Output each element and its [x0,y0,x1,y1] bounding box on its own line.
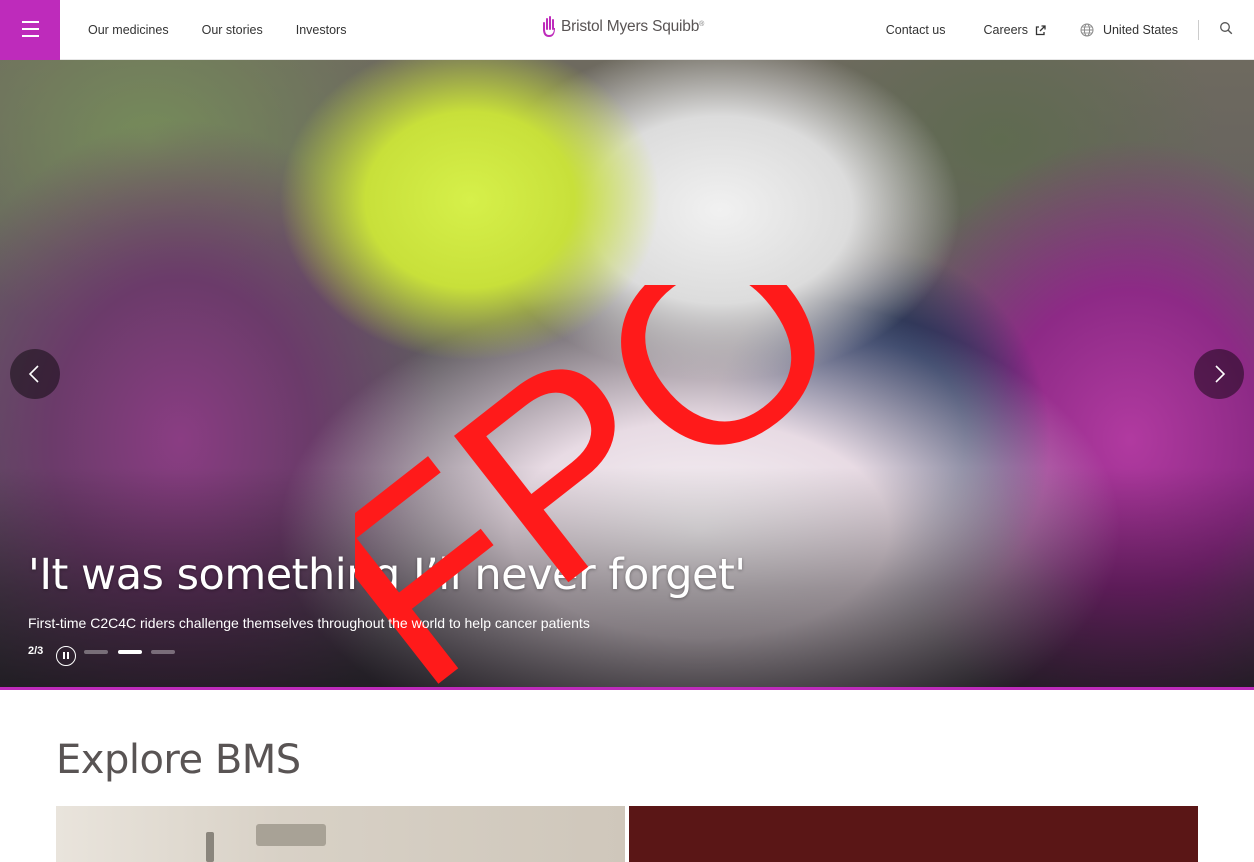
carousel-next-button[interactable] [1194,349,1244,399]
utility-nav: Contact us Careers United States [886,0,1254,60]
nav-investors[interactable]: Investors [296,23,347,37]
header-divider [1198,20,1199,40]
search-icon[interactable] [1219,21,1233,35]
pause-icon [63,652,65,659]
slide-indicator-1[interactable] [84,650,108,654]
primary-nav: Our medicines Our stories Investors [88,0,379,60]
contact-us-link[interactable]: Contact us [886,23,946,37]
registered-mark: ® [699,20,705,28]
globe-icon[interactable] [1080,23,1094,37]
slide-counter: 2/3 [28,645,44,657]
chevron-left-icon [28,365,39,383]
explore-card-2[interactable] [629,806,1198,862]
chevron-right-icon [1215,365,1226,383]
bms-logo[interactable]: Bristol Myers Squibb ® [541,14,704,40]
external-link-icon [1035,24,1046,35]
slide-indicator-2[interactable] [118,650,142,654]
nav-our-stories[interactable]: Our stories [202,23,263,37]
hand-logo-icon [543,16,555,37]
explore-card-1[interactable] [56,806,625,862]
carousel-prev-button[interactable] [10,349,60,399]
careers-label: Careers [983,23,1028,37]
card-photo-detail [256,824,326,846]
menu-button[interactable] [0,0,60,60]
explore-title: Explore BMS [56,737,301,783]
hero-subline: First-time C2C4C riders challenge themse… [28,615,590,631]
hero-carousel: 'It was something I’ll never forget' FPO… [0,60,1254,687]
slide-indicator-3[interactable] [151,650,175,654]
country-selector[interactable]: United States [1103,23,1178,37]
card-photo-detail [206,832,214,862]
hero-accent-line [0,687,1254,690]
site-header: Our medicines Our stories Investors Bris… [0,0,1254,60]
hamburger-icon [22,21,39,23]
nav-our-medicines[interactable]: Our medicines [88,23,169,37]
logo-text: Bristol Myers Squibb [561,18,700,35]
careers-link[interactable]: Careers [983,23,1046,37]
pause-button[interactable] [56,646,76,666]
